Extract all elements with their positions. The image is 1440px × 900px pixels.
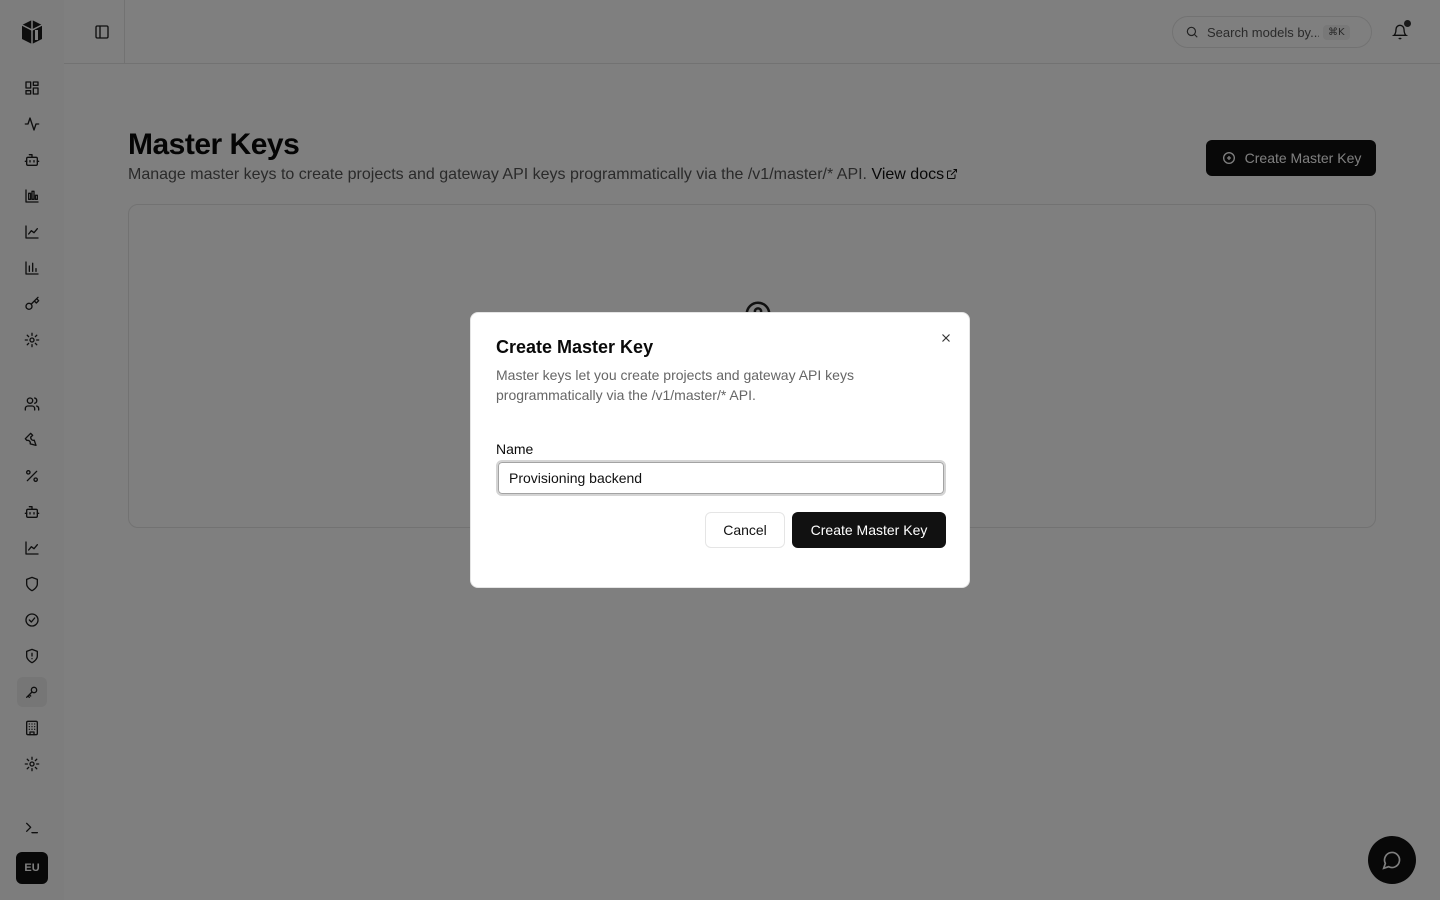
cancel-button[interactable]: Cancel bbox=[705, 512, 785, 548]
close-icon bbox=[942, 334, 950, 342]
dialog-title: Create Master Key bbox=[496, 337, 654, 357]
confirm-create-button[interactable]: Create Master Key bbox=[792, 512, 946, 548]
name-field-label: Name bbox=[496, 441, 534, 457]
dialog-description: Master keys let you create projects and … bbox=[496, 367, 854, 403]
name-input[interactable] bbox=[496, 460, 946, 496]
create-master-key-dialog: Create Master Key Master keys let you cr… bbox=[470, 312, 970, 588]
close-button[interactable] bbox=[937, 329, 955, 347]
